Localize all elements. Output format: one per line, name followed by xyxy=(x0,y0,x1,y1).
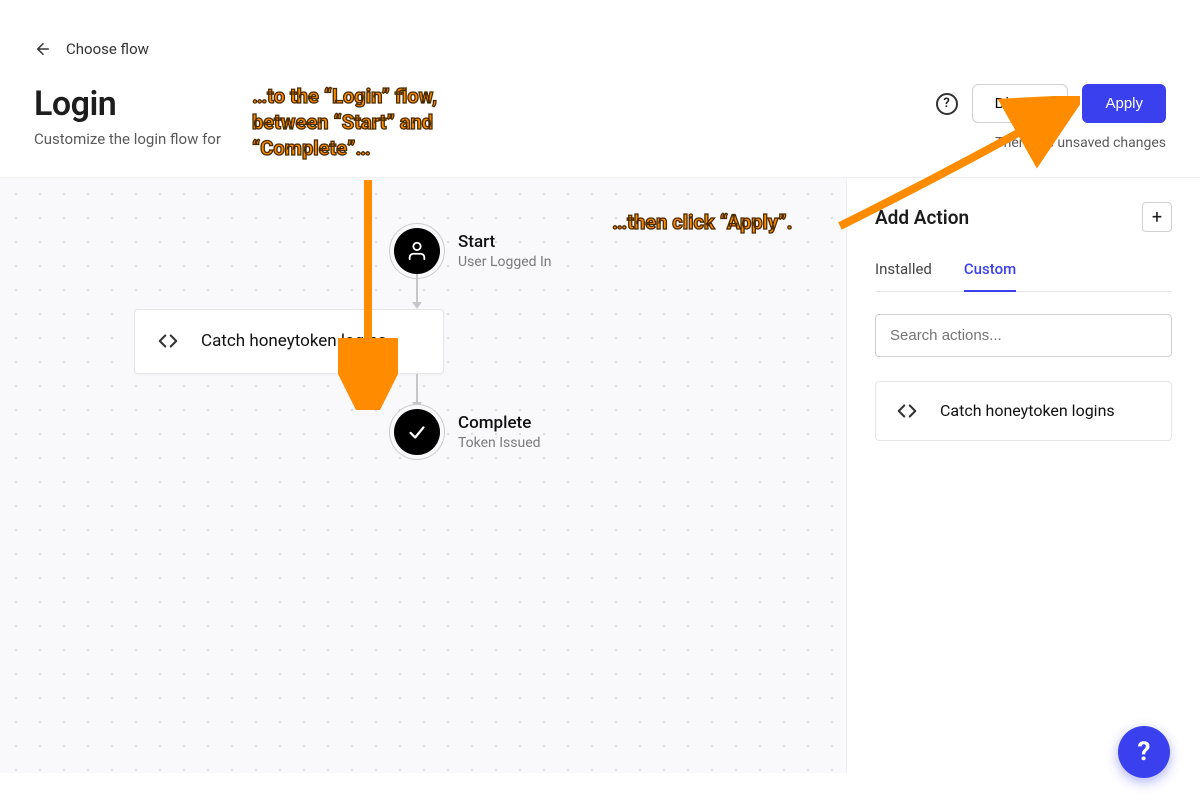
check-icon xyxy=(406,421,428,443)
start-subtitle: User Logged In xyxy=(458,254,552,270)
page-subtitle: Customize the login flow for xyxy=(34,130,221,148)
flow-node-start[interactable]: Start User Logged In xyxy=(394,228,574,274)
unsaved-changes-text: There are unsaved changes xyxy=(995,135,1166,151)
page-title: Login xyxy=(34,84,221,124)
action-card-label: Catch honeytoken logins xyxy=(201,330,387,353)
apply-button[interactable]: Apply xyxy=(1082,84,1166,123)
start-circle xyxy=(394,228,440,274)
panel-title: Add Action xyxy=(875,206,969,229)
help-icon[interactable]: ? xyxy=(936,93,958,115)
tab-installed[interactable]: Installed xyxy=(875,260,932,292)
page-header: Choose flow Login Customize the login fl… xyxy=(0,0,1200,177)
discard-button[interactable]: Discard xyxy=(972,84,1069,123)
flow-canvas: Start User Logged In Catch honeytoken lo… xyxy=(0,177,1200,773)
help-fab[interactable]: ? xyxy=(1118,726,1170,778)
flow-node-complete[interactable]: Complete Token Issued xyxy=(394,409,574,455)
complete-title: Complete xyxy=(458,413,541,433)
complete-subtitle: Token Issued xyxy=(458,435,541,451)
start-title: Start xyxy=(458,232,552,252)
complete-circle xyxy=(394,409,440,455)
tab-custom[interactable]: Custom xyxy=(964,260,1016,292)
breadcrumb-label: Choose flow xyxy=(66,40,149,58)
action-item-label: Catch honeytoken logins xyxy=(940,400,1115,422)
user-icon xyxy=(406,240,428,262)
panel-tabs: Installed Custom xyxy=(875,260,1172,292)
flow-action-card[interactable]: Catch honeytoken logins xyxy=(134,309,444,374)
add-action-panel: Add Action + Installed Custom Catch hone… xyxy=(846,178,1200,773)
back-arrow-icon xyxy=(34,40,52,58)
breadcrumb-back[interactable]: Choose flow xyxy=(34,40,149,58)
code-icon xyxy=(896,400,918,422)
code-icon xyxy=(157,330,179,352)
search-input[interactable] xyxy=(875,314,1172,357)
action-list-item[interactable]: Catch honeytoken logins xyxy=(875,381,1172,441)
flow-diagram: Start User Logged In Catch honeytoken lo… xyxy=(264,228,574,455)
add-button[interactable]: + xyxy=(1142,202,1172,232)
